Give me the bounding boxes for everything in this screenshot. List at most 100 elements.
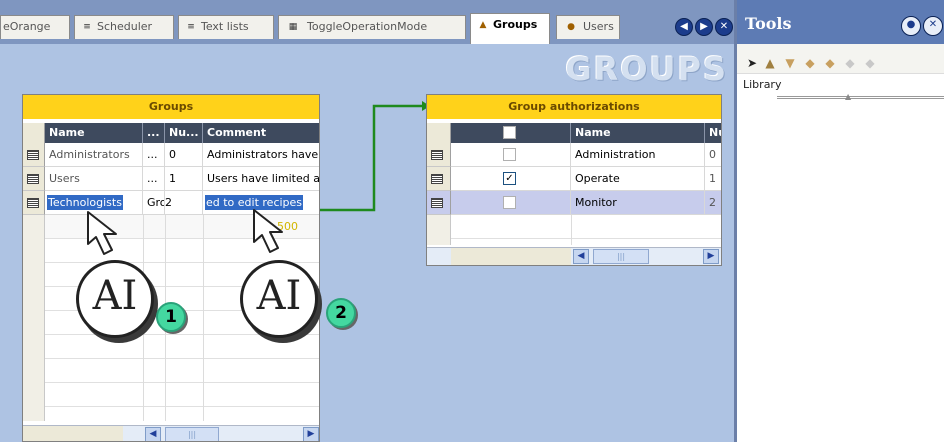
empty-row: [23, 383, 319, 407]
close-tab-button[interactable]: ✕: [715, 18, 733, 36]
scrollbar-spacer: [23, 426, 123, 441]
tab-label: Users: [583, 20, 614, 33]
row-header-corner: [23, 123, 45, 143]
groups-table-horizontal-scrollbar[interactable]: ◀ ||| ▶: [23, 425, 319, 441]
row-icon: [27, 174, 39, 184]
authorization-checkbox-checked[interactable]: ✓: [503, 172, 516, 185]
row-header[interactable]: [23, 167, 45, 191]
row-header[interactable]: [23, 143, 45, 167]
groups-icon: ▲: [479, 20, 487, 30]
row-icon: [431, 198, 443, 208]
editor-tab-strip: eOrange ≡ Scheduler ≡ Text lists ▦ Toggl…: [0, 0, 734, 44]
row-header[interactable]: [427, 191, 451, 215]
text-lists-icon: ≡: [187, 22, 195, 32]
close-icon: ✕: [928, 19, 938, 30]
tab-text-lists[interactable]: ≡ Text lists: [178, 15, 274, 39]
stamp-icon[interactable]: ▲: [763, 56, 777, 70]
table-row-name[interactable]: Operate: [571, 167, 705, 191]
column-header-enabled[interactable]: [451, 123, 571, 143]
table-row-name[interactable]: Administration: [571, 143, 705, 167]
mouse-pointer-icon: [87, 211, 117, 255]
row-header[interactable]: [427, 143, 451, 167]
table-row-display-name[interactable]: ...: [143, 167, 165, 191]
scroll-right-button[interactable]: ▶: [703, 249, 719, 264]
table-row-number[interactable]: 1: [705, 167, 721, 191]
mouse-pointer-icon: [253, 209, 283, 253]
table-row-number[interactable]: 2: [165, 191, 203, 215]
table-row-number[interactable]: 0: [165, 143, 203, 167]
tools-header: Tools ● ✕: [737, 0, 944, 44]
authorization-checkbox[interactable]: [503, 196, 516, 209]
pointer-icon[interactable]: ➤: [745, 56, 759, 70]
link-arrow: [320, 101, 430, 212]
empty-row: [23, 359, 319, 383]
table-row-display-name[interactable]: Gro: [143, 191, 165, 215]
paste-tool-icon[interactable]: ◆: [823, 56, 837, 70]
scrollbar-thumb[interactable]: |||: [165, 427, 219, 441]
table-row-name[interactable]: Users: [45, 167, 143, 191]
tab-label: eOrange: [3, 20, 51, 33]
row-icon: [27, 198, 39, 208]
table-row-number[interactable]: 1: [165, 167, 203, 191]
empty-row: [427, 215, 721, 239]
scrollbar-thumb[interactable]: |||: [593, 249, 649, 264]
table-row-comment[interactable]: Administrators have: [203, 143, 319, 167]
row-header-column: [427, 215, 451, 245]
scroll-tabs-right-button[interactable]: ▶: [695, 18, 713, 36]
table-row-name[interactable]: Monitor: [571, 191, 705, 215]
table-row-comment[interactable]: Users have limited a: [203, 167, 319, 191]
scroll-right-button[interactable]: ▶: [303, 427, 319, 441]
tab-orange[interactable]: eOrange: [0, 15, 70, 39]
row-header[interactable]: [427, 167, 451, 191]
group-authorizations-table: Group authorizations Name Nu Administrat…: [426, 94, 722, 266]
step-badge-2: 2: [326, 298, 356, 328]
scroll-left-button[interactable]: ◀: [573, 249, 589, 264]
table-row-checkbox-cell: [451, 143, 571, 167]
table-row-number[interactable]: 2: [705, 191, 721, 215]
column-header-number[interactable]: Nu: [705, 123, 721, 143]
copy-tool-icon[interactable]: ◆: [803, 56, 817, 70]
row-header-column: [23, 215, 45, 421]
column-divider: [571, 215, 572, 245]
table-row-checkbox-cell: [451, 191, 571, 215]
column-header-display-name[interactable]: ...: [143, 123, 165, 143]
select-all-checkbox[interactable]: [503, 126, 516, 139]
tab-scheduler[interactable]: ≡ Scheduler: [74, 15, 174, 39]
library-splitter[interactable]: [777, 96, 944, 99]
chevron-left-icon: ◀: [149, 429, 157, 439]
chevron-left-icon: ◀: [680, 21, 688, 32]
callout-text: AI: [92, 273, 138, 319]
close-icon: ✕: [719, 21, 729, 32]
row-icon: [431, 174, 443, 184]
tab-groups[interactable]: ▲ Groups: [470, 13, 550, 44]
table-row-checkbox-cell: ✓: [451, 167, 571, 191]
column-header-name[interactable]: Name: [45, 123, 143, 143]
chevron-left-icon: ◀: [577, 251, 585, 261]
tab-toggle-operation-mode[interactable]: ▦ ToggleOperationMode: [278, 15, 466, 39]
chevron-up-icon[interactable]: ▲: [845, 92, 851, 101]
tab-users[interactable]: ● Users: [556, 15, 620, 39]
authorizations-horizontal-scrollbar[interactable]: ◀ ||| ▶: [427, 247, 721, 265]
row-header[interactable]: [23, 191, 45, 215]
pin-tool-icon[interactable]: ▼: [783, 56, 797, 70]
column-header-number[interactable]: Nu...: [165, 123, 203, 143]
column-divider: [203, 215, 204, 421]
scroll-left-button[interactable]: ◀: [145, 427, 161, 441]
table-row-name[interactable]: Administrators: [45, 143, 143, 167]
close-tools-button[interactable]: ✕: [923, 16, 943, 36]
row-header-corner: [427, 123, 451, 143]
scroll-tabs-left-button[interactable]: ◀: [675, 18, 693, 36]
table-row-number[interactable]: 0: [705, 143, 721, 167]
pin-icon: ●: [906, 19, 916, 30]
tab-label: ToggleOperationMode: [307, 20, 428, 33]
column-header-comment[interactable]: Comment: [203, 123, 319, 143]
callout-2: AI: [240, 260, 318, 338]
column-header-name[interactable]: Name: [571, 123, 705, 143]
callout-text: AI: [256, 273, 302, 319]
group-authorizations-title: Group authorizations: [427, 95, 721, 119]
pin-button[interactable]: ●: [901, 16, 921, 36]
editor-watermark: GROUPS: [565, 50, 728, 88]
table-row-display-name[interactable]: ...: [143, 143, 165, 167]
chevron-right-icon: ▶: [307, 429, 315, 439]
authorization-checkbox[interactable]: [503, 148, 516, 161]
